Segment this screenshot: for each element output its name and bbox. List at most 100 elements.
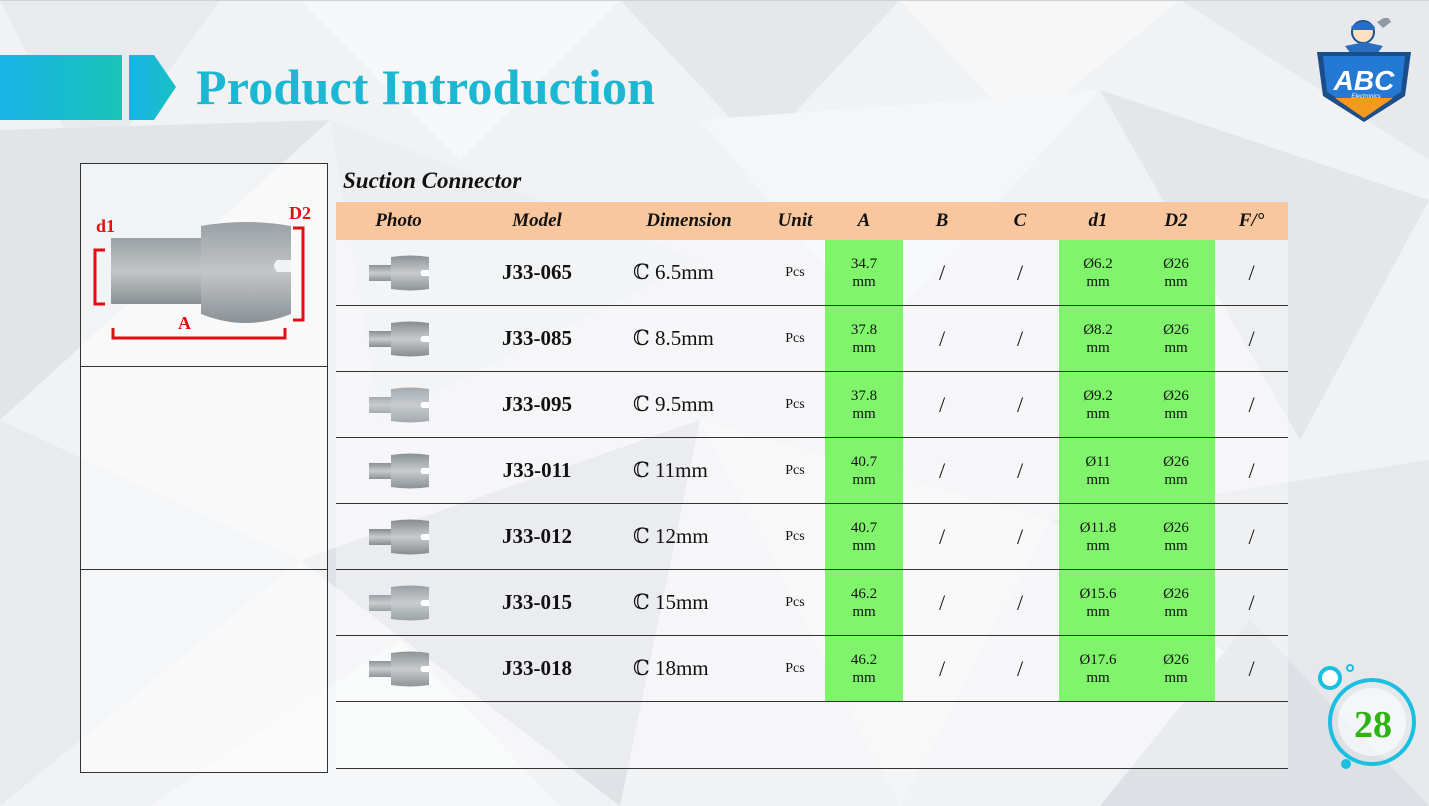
d2-unit: mm [1164,537,1188,554]
f-cell: / [1215,437,1288,504]
d2-cell: Ø26 mm [1137,240,1215,306]
model-cell: J33-011 [461,437,613,504]
a-cell: 37.8 mm [825,305,903,372]
model-cell: J33-065 [461,240,613,306]
d2-value: Ø26 [1163,321,1189,338]
photo-cell [336,240,461,306]
col-header-c: C [981,202,1059,240]
d2-unit: mm [1164,273,1188,290]
d1-value: Ø11 [1085,453,1111,470]
a-unit: mm [852,339,876,356]
spec-table: Photo Model Dimension Unit A B C d1 D2 F… [336,202,1288,769]
f-cell: / [1215,240,1288,306]
d1-unit: mm [1086,339,1110,356]
header-accent-bar [0,55,122,120]
c-cell: / [981,503,1059,570]
model-cell: J33-015 [461,569,613,636]
a-value: 34.7 [850,255,878,272]
product-photo [368,321,429,356]
f-cell: / [1215,569,1288,636]
dimension-cell: ℂ 8.5mm [613,305,765,372]
d2-unit: mm [1164,603,1188,620]
empty-cell [81,367,327,570]
col-header-photo: Photo [336,202,461,240]
table-row: J33-018 ℂ 18mm Pcs 46.2 mm / / Ø17.6 mm Ø26 mm / [336,635,1288,702]
table-row: J33-015 ℂ 15mm Pcs 46.2 mm / / Ø15.6 mm Ø26 mm / [336,569,1288,636]
unit-cell: Pcs [765,437,825,504]
a-value: 37.8 [850,321,878,338]
d1-unit: mm [1086,603,1110,620]
model-cell: J33-018 [461,635,613,702]
product-photo [368,453,429,488]
diagram-label-a: A [178,313,191,333]
d2-cell: Ø26 mm [1137,305,1215,372]
d2-unit: mm [1164,471,1188,488]
a-value: 46.2 [850,585,878,602]
f-cell: / [1215,305,1288,372]
a-unit: mm [852,471,876,488]
c-cell: / [981,371,1059,438]
a-value: 37.8 [850,387,878,404]
d2-cell: Ø26 mm [1137,503,1215,570]
d1-unit: mm [1086,669,1110,686]
table-row: J33-095 ℂ 9.5mm Pcs 37.8 mm / / Ø9.2 mm Ø26 mm / [336,371,1288,438]
logo-text: ABC [1333,65,1395,96]
f-cell: / [1215,371,1288,438]
a-cell: 46.2 mm [825,569,903,636]
d1-unit: mm [1086,471,1110,488]
table-header-row: Photo Model Dimension Unit A B C d1 D2 F… [336,202,1288,240]
col-header-d1: d1 [1059,202,1137,240]
d1-value: Ø17.6 [1079,651,1117,668]
logo-subtext: Electronics [1351,94,1380,100]
c-cell: / [981,569,1059,636]
b-cell: / [903,371,981,438]
unit-cell: Pcs [765,569,825,636]
dimension-cell: ℂ 15mm [613,569,765,636]
d2-unit: mm [1164,339,1188,356]
d1-cell: Ø6.2 mm [1059,240,1137,306]
d2-value: Ø26 [1163,453,1189,470]
spec-table-container: Photo Model Dimension Unit A B C d1 D2 F… [336,202,1288,769]
b-cell: / [903,240,981,306]
col-header-d2: D2 [1137,202,1215,240]
d1-value: Ø6.2 [1083,255,1113,272]
d1-value: Ø15.6 [1079,585,1117,602]
d2-cell: Ø26 mm [1137,569,1215,636]
a-unit: mm [852,669,876,686]
dimension-cell: ℂ 18mm [613,635,765,702]
d1-cell: Ø8.2 mm [1059,305,1137,372]
b-cell: / [903,569,981,636]
d1-unit: mm [1086,273,1110,290]
empty-cell [336,701,1288,769]
col-header-f: F/° [1215,202,1288,240]
table-row: J33-065 ℂ 6.5mm Pcs 34.7 mm / / Ø6.2 mm Ø26 mm / [336,240,1288,306]
model-cell: J33-095 [461,371,613,438]
unit-cell: Pcs [765,503,825,570]
col-header-a: A [825,202,903,240]
top-rule [0,0,1429,1]
dimension-cell: ℂ 12mm [613,503,765,570]
d1-value: Ø8.2 [1083,321,1113,338]
photo-cell [336,569,461,636]
header-arrow-icon [129,55,176,120]
product-photo [368,585,429,620]
a-unit: mm [852,603,876,620]
a-cell: 40.7 mm [825,437,903,504]
model-cell: J33-012 [461,503,613,570]
d1-value: Ø11.8 [1079,519,1117,536]
dimension-diagram-panel: d1 D2 A [80,163,328,773]
a-value: 40.7 [850,453,878,470]
table-row: J33-012 ℂ 12mm Pcs 40.7 mm / / Ø11.8 mm Ø26 mm / [336,503,1288,570]
product-photo [368,519,429,554]
d1-cell: Ø15.6 mm [1059,569,1137,636]
b-cell: / [903,503,981,570]
dimension-cell: ℂ 11mm [613,437,765,504]
d2-value: Ø26 [1163,387,1189,404]
f-cell: / [1215,635,1288,702]
d2-value: Ø26 [1163,585,1189,602]
d2-value: Ø26 [1163,519,1189,536]
photo-cell [336,371,461,438]
photo-cell [336,503,461,570]
diagram-label-d2: D2 [289,203,311,223]
product-photo [368,387,429,422]
